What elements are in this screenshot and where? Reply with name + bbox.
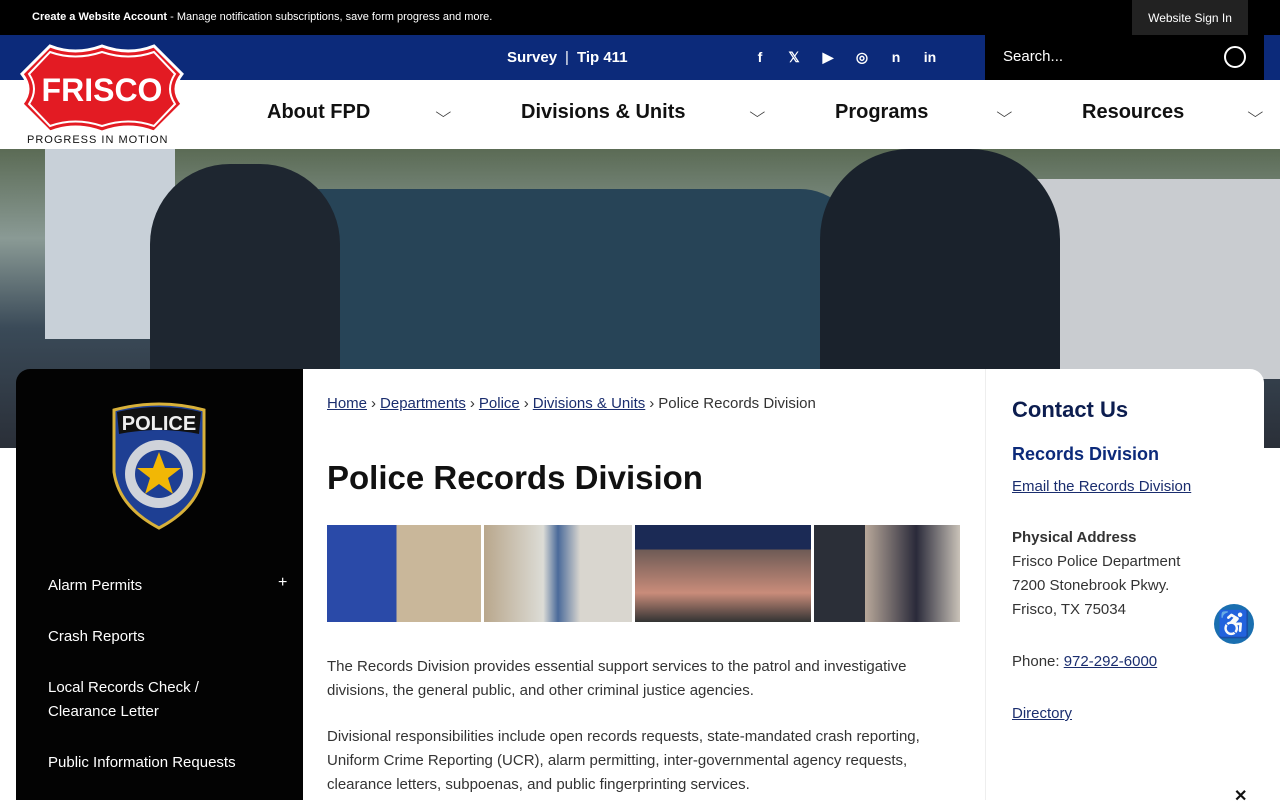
- close-icon[interactable]: ✕: [1234, 786, 1247, 806]
- sidebar-item-alarm-permits[interactable]: Alarm Permits: [48, 574, 142, 598]
- svg-text:POLICE: POLICE: [122, 413, 196, 435]
- chevron-down-icon[interactable]: ⌵: [1247, 104, 1263, 121]
- staff-photo: [814, 525, 960, 622]
- contact-panel: Contact Us Records Division Email the Re…: [985, 369, 1264, 800]
- top-bar: Create a Website Account - Manage notifi…: [0, 0, 1280, 35]
- frisco-logo[interactable]: FRISCO PROGRESS IN MOTION: [19, 44, 185, 148]
- separator: |: [565, 49, 569, 66]
- tip411-link[interactable]: Tip 411: [577, 49, 628, 66]
- instagram-icon[interactable]: ◎: [852, 47, 872, 67]
- breadcrumb: Home › Departments › Police › Divisions & Unit…: [327, 395, 816, 412]
- create-account-link[interactable]: Create a Website Account: [32, 11, 167, 23]
- facebook-icon[interactable]: f: [750, 47, 770, 67]
- utility-links: Survey | Tip 411: [507, 49, 628, 66]
- nav-programs[interactable]: Programs: [835, 101, 928, 124]
- search-box: [985, 35, 1264, 80]
- address-label: Physical Address: [1012, 529, 1137, 546]
- phone-link[interactable]: 972-292-6000: [1064, 653, 1157, 670]
- chevron-down-icon[interactable]: ⌵: [996, 104, 1012, 121]
- address-line: 7200 Stonebrook Pkwy.: [1012, 577, 1170, 594]
- sidebar-item-local-records-check[interactable]: Local Records Check / Clearance Letter: [48, 676, 208, 724]
- nav-resources[interactable]: Resources: [1082, 101, 1184, 124]
- breadcrumb-current: Police Records Division: [658, 395, 816, 412]
- breadcrumb-departments[interactable]: Departments: [380, 395, 466, 412]
- staff-photo: [327, 525, 481, 622]
- sidebar: POLICE Alarm Permits + Crash Reports Loc…: [16, 369, 303, 800]
- chevron-down-icon[interactable]: ⌵: [435, 104, 451, 121]
- create-account-desc: - Manage notification subscriptions, sav…: [167, 11, 493, 23]
- main-nav: About FPD ⌵ Divisions & Units ⌵ Programs…: [0, 80, 1280, 149]
- nextdoor-icon[interactable]: n: [886, 47, 906, 67]
- address-line: Frisco Police Department: [1012, 553, 1181, 570]
- sidebar-item-crash-reports[interactable]: Crash Reports: [48, 625, 145, 649]
- police-badge-logo: POLICE: [109, 402, 209, 530]
- address-line: Frisco, TX 75034: [1012, 601, 1126, 618]
- website-sign-in-button[interactable]: Website Sign In: [1132, 0, 1248, 35]
- expand-plus-icon[interactable]: +: [278, 574, 287, 592]
- svg-text:FRISCO: FRISCO: [42, 72, 163, 108]
- linkedin-icon[interactable]: in: [920, 47, 940, 67]
- main-content: Home › Departments › Police › Divisions & Unit…: [303, 369, 985, 800]
- sidebar-item-public-information-requests[interactable]: Public Information Requests: [48, 751, 236, 775]
- staff-photo: [484, 525, 632, 622]
- page-title: Police Records Division: [327, 459, 703, 496]
- staff-photo: [635, 525, 811, 622]
- phone-label: Phone:: [1012, 653, 1064, 670]
- contact-division: Records Division: [1012, 444, 1160, 464]
- logo-tagline: PROGRESS IN MOTION: [27, 134, 169, 146]
- responsibilities-paragraph: Divisional responsibilities include open…: [327, 728, 920, 793]
- x-icon[interactable]: 𝕏: [784, 47, 804, 67]
- utility-bar: Survey | Tip 411 f 𝕏 ▶ ◎ n in: [0, 35, 1280, 80]
- nav-about-fpd[interactable]: About FPD: [267, 101, 370, 124]
- youtube-icon[interactable]: ▶: [818, 47, 838, 67]
- directory-link[interactable]: Directory: [1012, 705, 1072, 722]
- breadcrumb-police[interactable]: Police: [479, 395, 520, 412]
- search-icon[interactable]: [1224, 46, 1246, 68]
- breadcrumb-home[interactable]: Home: [327, 395, 367, 412]
- staff-photo-strip: [327, 525, 960, 622]
- email-link[interactable]: Email the Records Division: [1012, 478, 1191, 495]
- contact-title: Contact Us: [1012, 397, 1129, 422]
- accessibility-icon[interactable]: ♿: [1214, 604, 1254, 644]
- social-links: f 𝕏 ▶ ◎ n in: [750, 47, 940, 67]
- create-account-message[interactable]: Create a Website Account - Manage notifi…: [32, 11, 492, 23]
- survey-link[interactable]: Survey: [507, 49, 557, 66]
- search-input[interactable]: [1003, 48, 1193, 65]
- breadcrumb-divisions-units[interactable]: Divisions & Units: [533, 395, 646, 412]
- intro-paragraph: The Records Division provides essential …: [327, 658, 907, 699]
- nav-divisions-units[interactable]: Divisions & Units: [521, 101, 685, 124]
- chevron-down-icon[interactable]: ⌵: [749, 104, 765, 121]
